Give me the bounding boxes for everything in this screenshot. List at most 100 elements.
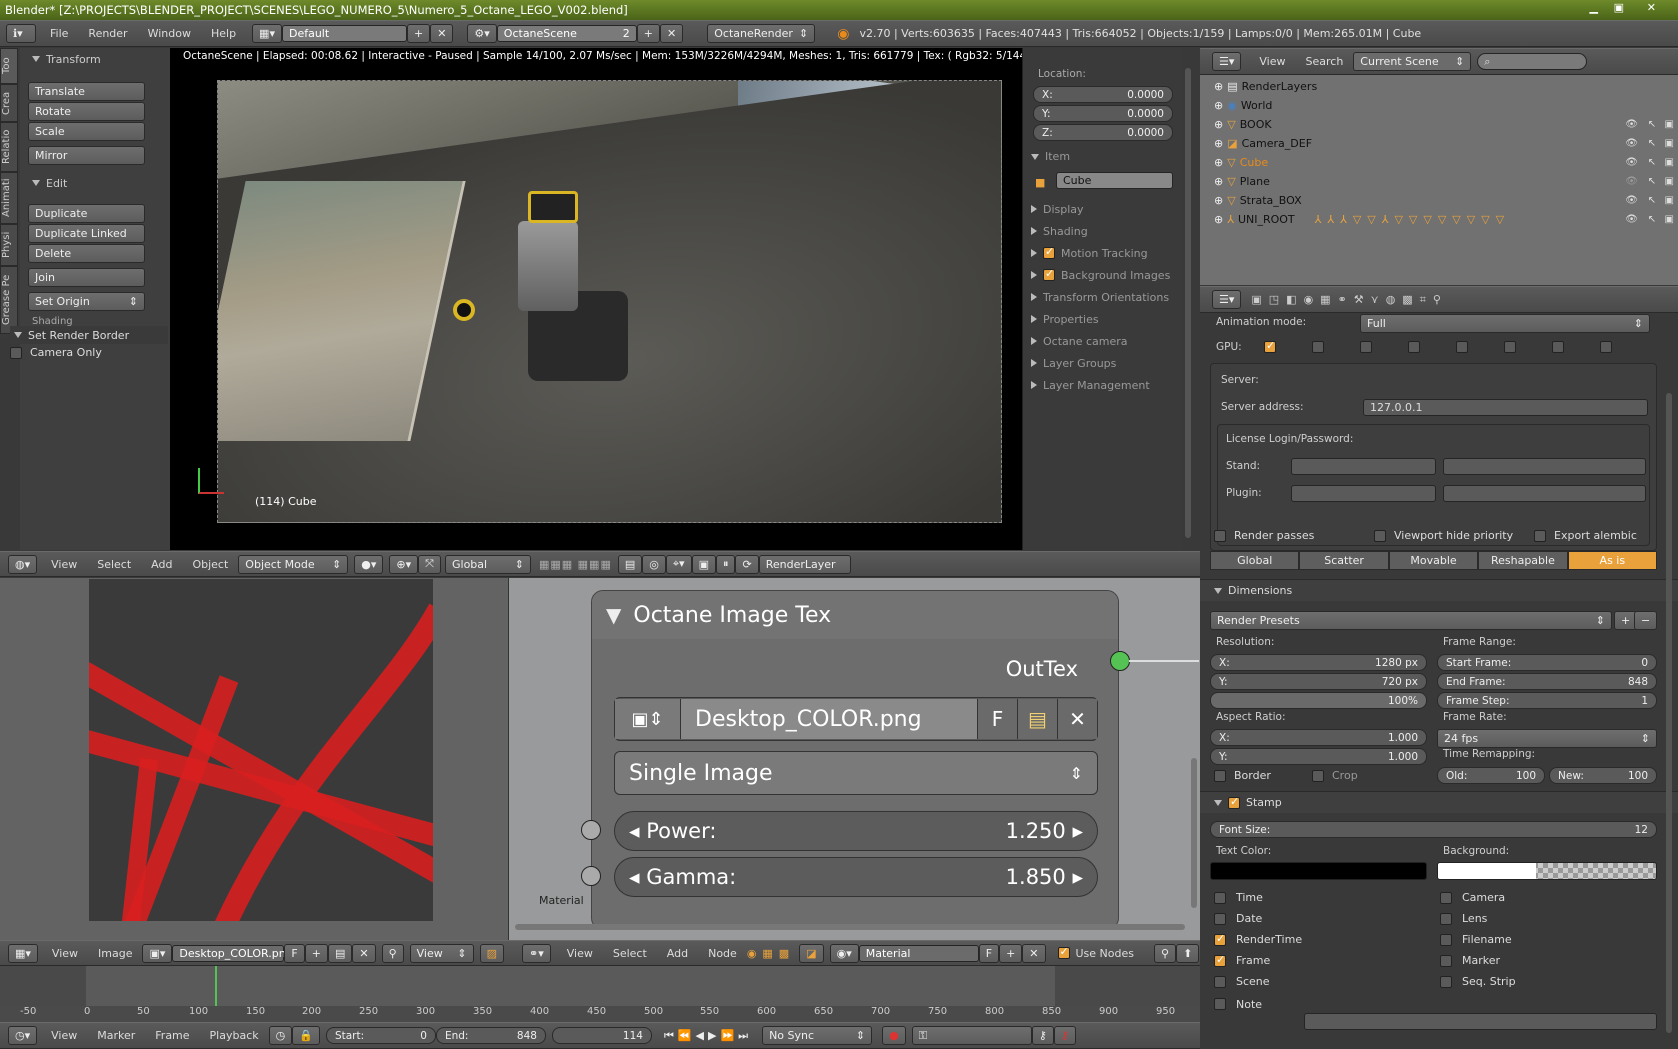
minimize-icon[interactable]: ▁ <box>1590 1 1598 14</box>
properties-scrollbar[interactable] <box>1666 393 1672 1033</box>
timeline[interactable]: -50 0 50 100 150 200 250 300 350 400 450… <box>0 966 1200 1022</box>
start-frame-field[interactable]: Start Frame: 0 <box>1437 654 1657 671</box>
node-header[interactable]: ▼ Octane Image Tex <box>592 591 1118 639</box>
background-swatch[interactable] <box>1437 862 1657 880</box>
render-passes-checkbox[interactable] <box>1214 529 1226 542</box>
stamp-lens-checkbox[interactable] <box>1440 912 1452 925</box>
frame-step-field[interactable]: Frame Step: 1 <box>1437 692 1657 709</box>
fps-select[interactable]: 24 fps ⇕ <box>1437 729 1657 748</box>
material-name-field[interactable]: Material <box>858 944 979 962</box>
crop-checkbox[interactable] <box>1312 769 1324 782</box>
power-field[interactable]: ◂ Power: 1.250 ▸ <box>614 811 1098 851</box>
shading-mode-icon[interactable]: ●▾ <box>354 554 384 574</box>
gpu-checkbox-6[interactable] <box>1504 341 1516 353</box>
outliner-item-camera[interactable]: ⊕ ◪ Camera_DEF 👁 ↖ ▣ <box>1200 134 1678 153</box>
view3d-menu-view[interactable]: View <box>51 558 77 571</box>
section-shading[interactable]: Shading <box>1023 220 1183 242</box>
gamma-field[interactable]: ◂ Gamma: 1.850 ▸ <box>614 857 1098 897</box>
cursor-icon[interactable]: ↖ <box>1648 176 1656 187</box>
eye-icon[interactable]: 👁 <box>1625 138 1638 149</box>
gamma-socket[interactable] <box>581 866 601 886</box>
sync-select[interactable]: No Sync ⇕ <box>762 1026 873 1045</box>
stamp-panel-header[interactable]: Stamp <box>1200 791 1678 813</box>
image-pin-icon[interactable]: ⚲ <box>381 943 404 963</box>
image-editor[interactable] <box>0 578 508 940</box>
stamp-checkbox[interactable] <box>1228 795 1240 809</box>
gpu-checkbox-5[interactable] <box>1456 341 1468 353</box>
stamp-note-input[interactable] <box>1304 1013 1657 1030</box>
image-open-icon[interactable]: ▤ <box>327 943 353 963</box>
outliner-search-input[interactable]: ⌕ <box>1477 53 1588 70</box>
stamp-camera-checkbox[interactable] <box>1440 891 1452 904</box>
camera-icon[interactable]: ▣ <box>1665 157 1674 168</box>
rotate-button[interactable]: Rotate <box>28 102 145 121</box>
snap-icon[interactable]: ⌖▾ <box>665 554 692 574</box>
aspect-y-field[interactable]: Y: 1.000 <box>1210 748 1427 765</box>
stamp-frame-row[interactable]: Frame <box>1214 950 1302 971</box>
image-editor-type-icon[interactable]: ▦▾ <box>8 943 38 963</box>
layers-grid-icon[interactable]: ▦▦▦ ▦▦▦ <box>539 558 612 571</box>
item-name-field[interactable]: Cube <box>1056 172 1173 189</box>
tab-as-is[interactable]: As is <box>1567 551 1658 570</box>
node-pin-icon[interactable]: ⚲ <box>1154 943 1177 963</box>
maximize-icon[interactable]: ▣ <box>1614 1 1624 14</box>
node-editor[interactable]: ▼ Octane Image Tex OutTex ▣⇕ Desktop_COL… <box>508 578 1200 940</box>
camera-icon[interactable]: ▣ <box>1665 176 1674 187</box>
outliner-item-strata-box[interactable]: ⊕ ▽ Strata_BOX 👁 ↖ ▣ <box>1200 191 1678 210</box>
stamp-filename-row[interactable]: Filename <box>1440 929 1516 950</box>
render-presets-select[interactable]: Render Presets ⇕ <box>1210 611 1612 630</box>
gpu-checkbox-3[interactable] <box>1360 341 1372 353</box>
outliner-item-plane[interactable]: ⊕ ▽ Plane 👁 ↖ ▣ <box>1200 172 1678 191</box>
pivot-icon[interactable]: ⊕▾ <box>389 554 419 574</box>
delete-key-icon[interactable]: ⚷ <box>1053 1026 1076 1045</box>
server-address-input[interactable]: 127.0.0.1 <box>1363 399 1648 416</box>
eye-icon[interactable]: 👁 <box>1625 119 1638 130</box>
scene-remove-button[interactable]: ✕ <box>660 24 684 43</box>
scale-button[interactable]: Scale <box>28 122 145 141</box>
view3d-menu-add[interactable]: Add <box>151 558 172 571</box>
node-menu-add[interactable]: Add <box>667 947 688 960</box>
outliner-item-renderlayers[interactable]: ⊕ ▤ RenderLayers <box>1200 77 1678 96</box>
camera-only-row[interactable]: Camera Only <box>10 346 102 359</box>
location-x-field[interactable]: X: 0.0000 <box>1033 86 1173 103</box>
node-h-scrollbar[interactable] <box>515 924 1185 930</box>
close-icon[interactable]: ✕ <box>1647 1 1656 14</box>
stamp-rendertime-checkbox[interactable] <box>1214 932 1226 946</box>
layout-add-button[interactable]: + <box>406 24 431 43</box>
image-mode-select[interactable]: Single Image ⇕ <box>614 751 1098 795</box>
outtex-socket[interactable] <box>1110 651 1130 671</box>
tab-create[interactable]: Crea <box>0 84 18 122</box>
camera-icon[interactable]: ▣ <box>1665 214 1674 225</box>
section-display[interactable]: Display <box>1023 198 1183 220</box>
material-fake-user[interactable]: F <box>978 943 1000 963</box>
node-v-scrollbar[interactable] <box>1191 758 1197 908</box>
stamp-lens-row[interactable]: Lens <box>1440 908 1516 929</box>
current-frame-field[interactable]: 114 <box>551 1027 652 1044</box>
image-browse-icon[interactable]: ▣⇕ <box>615 699 681 739</box>
record-icon[interactable]: ● <box>882 1026 906 1045</box>
use-nodes-checkbox[interactable] <box>1057 945 1070 959</box>
outliner-item-book[interactable]: ⊕ ▽ BOOK 👁 ↖ ▣ <box>1200 115 1678 134</box>
image-view-select[interactable]: View ⇕ <box>409 943 474 963</box>
gpu-checkbox-7[interactable] <box>1552 341 1564 353</box>
node-menu-select[interactable]: Select <box>613 947 647 960</box>
remap-old-field[interactable]: Old: 100 <box>1437 767 1545 784</box>
stamp-marker-row[interactable]: Marker <box>1440 950 1516 971</box>
duplicate-linked-button[interactable]: Duplicate Linked <box>28 224 145 243</box>
engine-select[interactable]: OctaneRender ⇕ <box>707 24 816 43</box>
outliner-filter-select[interactable]: Current Scene ⇕ <box>1353 52 1472 71</box>
menu-file[interactable]: File <box>50 27 68 40</box>
lock-layers-icon[interactable]: ▤ <box>617 554 643 574</box>
start-field[interactable]: Start: 0 <box>325 1027 436 1044</box>
text-color-swatch[interactable] <box>1210 862 1427 880</box>
font-size-field[interactable]: Font Size: 12 <box>1210 821 1657 838</box>
end-frame-field[interactable]: End Frame: 848 <box>1437 673 1657 690</box>
gpu-checkbox-2[interactable] <box>1312 341 1324 353</box>
end-field[interactable]: End: 848 <box>435 1027 546 1044</box>
view3d-editor-icon[interactable]: ◍▾ <box>8 554 38 574</box>
section-motion-tracking[interactable]: Motion Tracking <box>1023 242 1183 264</box>
stamp-note-row[interactable]: Note <box>1214 992 1302 1016</box>
n-panel-scrollbar[interactable] <box>1185 68 1191 538</box>
view3d-menu-object[interactable]: Object <box>192 558 228 571</box>
outliner-item-cube[interactable]: ⊕ ▽ Cube 👁 ↖ ▣ <box>1200 153 1678 172</box>
